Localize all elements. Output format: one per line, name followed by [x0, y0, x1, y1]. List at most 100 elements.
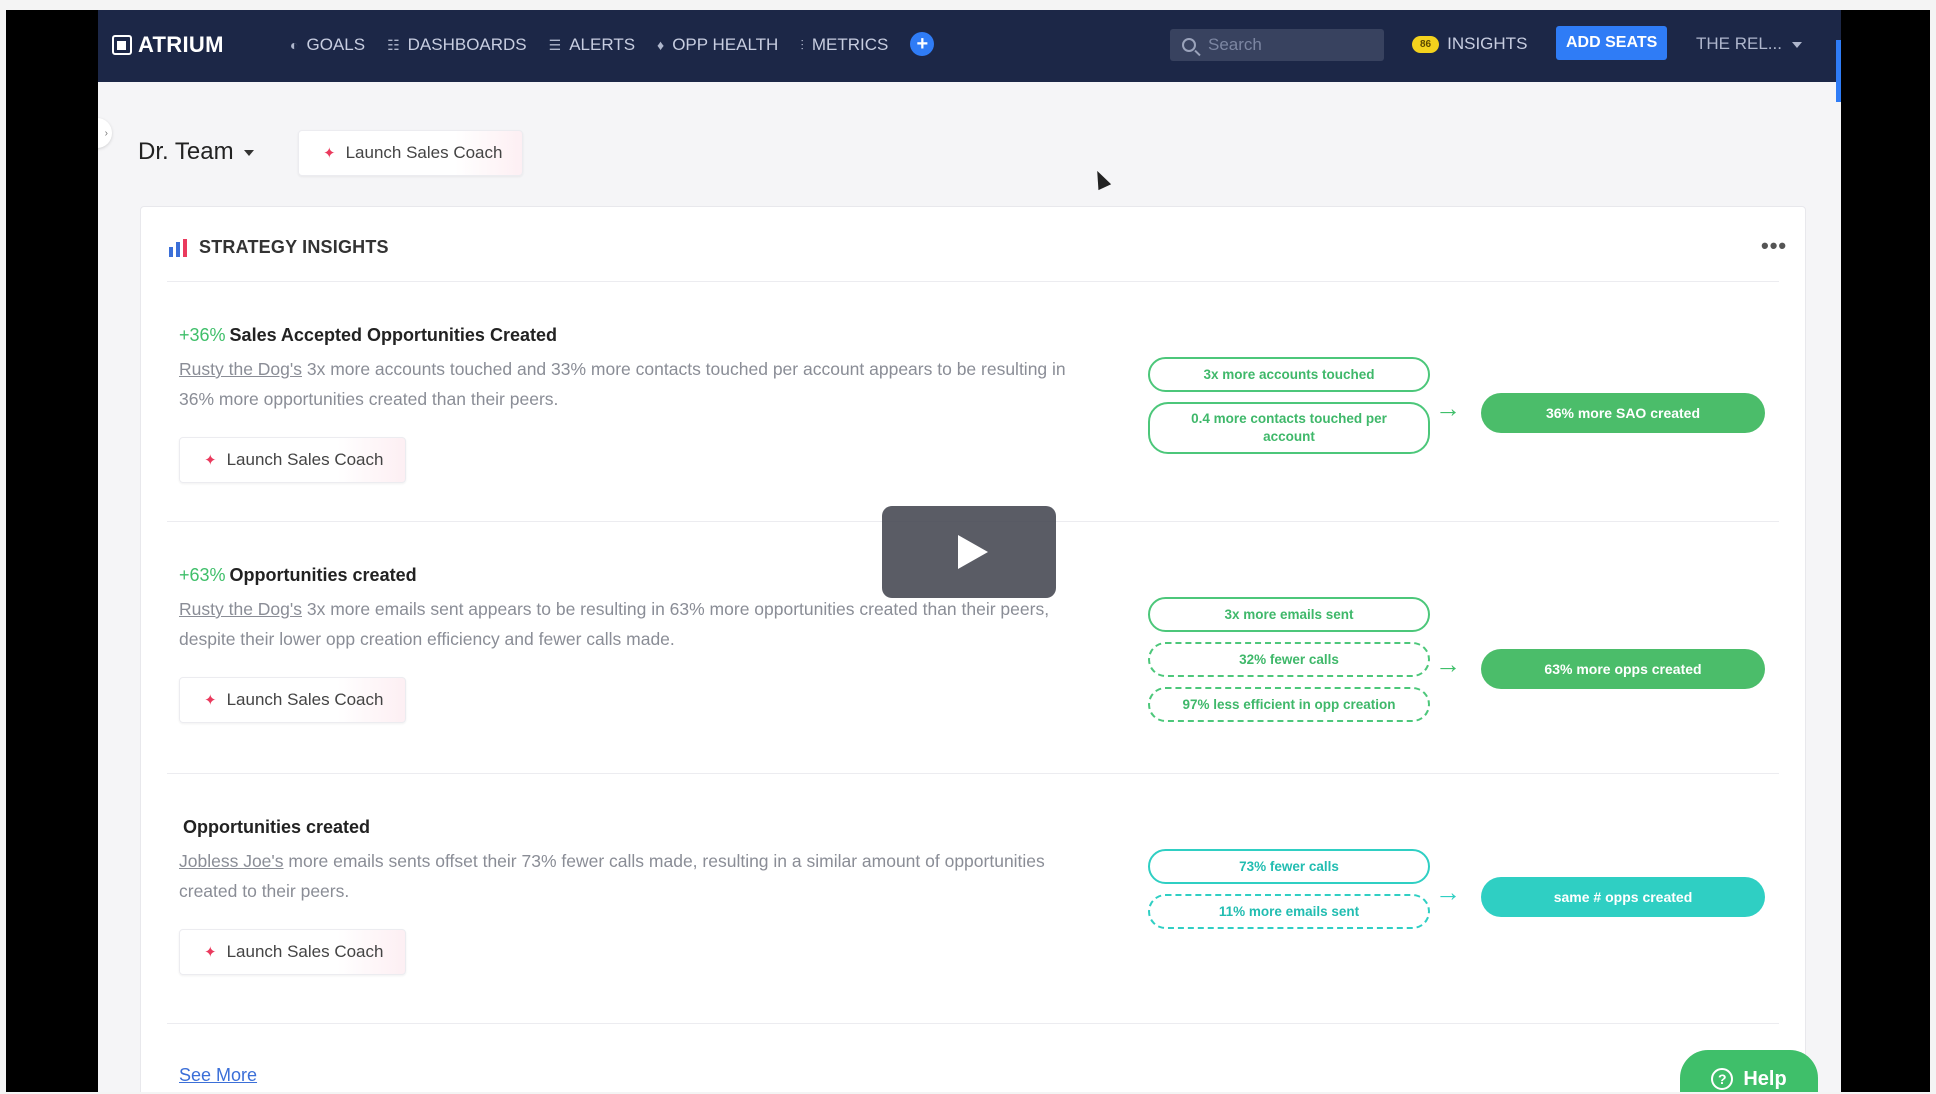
driver-pill: 11% more emails sent: [1148, 894, 1430, 929]
help-button[interactable]: ? Help: [1680, 1050, 1818, 1092]
search-icon: [1182, 38, 1196, 52]
question-icon: ?: [1711, 1068, 1734, 1090]
insights-count-badge: 86: [1412, 35, 1440, 53]
frame-left-border: [0, 0, 6, 1094]
chevron-down-icon: [1791, 42, 1802, 48]
rep-link[interactable]: Rusty the Dog's: [179, 359, 302, 379]
arrow-right-icon: →: [1435, 393, 1461, 423]
rep-link[interactable]: Jobless Joe's: [179, 851, 284, 871]
insight-percent: +36%: [179, 325, 226, 345]
insight-description-text: 3x more emails sent appears to be result…: [179, 599, 1050, 649]
see-more-link[interactable]: See More: [179, 1065, 257, 1086]
card-header: STRATEGY INSIGHTS: [169, 237, 389, 258]
more-options-icon[interactable]: •••: [1761, 233, 1787, 259]
search-input[interactable]: [1206, 34, 1370, 56]
driver-pills: 73% fewer calls 11% more emails sent: [1148, 849, 1430, 929]
nav-item-alerts[interactable]: ☰ ALERTS: [549, 34, 635, 56]
driver-pill: 97% less efficient in opp creation: [1148, 687, 1430, 722]
insight-title: +36% Sales Accepted Opportunities Created: [179, 325, 557, 346]
dashboards-icon: ☷: [387, 36, 400, 53]
user-name: THE REL...: [1696, 34, 1782, 53]
sidebar-toggle[interactable]: ›: [98, 118, 112, 148]
atrium-logo[interactable]: ATRIUM: [112, 32, 224, 58]
play-icon: [958, 535, 988, 569]
result-pill: same # opps created: [1481, 877, 1765, 917]
nav-item-label: ALERTS: [569, 35, 636, 54]
insights-link[interactable]: 86 INSIGHTS: [1412, 34, 1527, 54]
nav-item-label: METRICS: [811, 35, 889, 54]
result-pill: 36% more SAO created: [1481, 393, 1765, 433]
driver-pills: 3x more emails sent 32% fewer calls 97% …: [1148, 597, 1430, 722]
driver-pill: 0.4 more contacts touched per account: [1148, 402, 1430, 454]
insight-description-text: more emails sents offset their 73% fewer…: [179, 851, 1045, 901]
metrics-icon: ⫶: [800, 36, 804, 53]
insight-description-text: 3x more accounts touched and 33% more co…: [179, 359, 1066, 409]
search-box[interactable]: [1170, 29, 1384, 61]
insight-percent: +63%: [179, 565, 226, 585]
sparkle-icon: ✦: [204, 692, 217, 709]
team-selector[interactable]: Dr. Team: [138, 138, 254, 166]
logo-text: ATRIUM: [138, 32, 224, 57]
top-navbar: ATRIUM ◐ GOALS ☷ DASHBOARDS ☰ ALERTS ♦ O…: [98, 10, 1841, 82]
insight-description: Rusty the Dog's 3x more accounts touched…: [179, 354, 1079, 414]
nav-item-metrics[interactable]: ⫶ METRICS: [800, 34, 888, 56]
arrow-right-icon: →: [1435, 877, 1461, 907]
sparkle-icon: ✦: [204, 944, 217, 961]
nav-item-dashboards[interactable]: ☷ DASHBOARDS: [387, 34, 527, 56]
insight-description: Jobless Joe's more emails sents offset t…: [179, 846, 1079, 906]
mouse-cursor: [1090, 167, 1112, 191]
chevron-right-icon: ›: [104, 127, 108, 139]
add-seats-button[interactable]: ADD SEATS: [1556, 26, 1668, 60]
button-label: Launch Sales Coach: [345, 143, 503, 162]
rep-link[interactable]: Rusty the Dog's: [179, 599, 302, 619]
nav-item-label: DASHBOARDS: [407, 35, 527, 54]
nav-item-label: OPP HEALTH: [672, 35, 779, 54]
insight-title: +63% Opportunities created: [179, 565, 417, 586]
team-name: Dr. Team: [138, 138, 234, 165]
button-label: Launch Sales Coach: [226, 690, 384, 709]
launch-sales-coach-button[interactable]: ✦ Launch Sales Coach: [179, 437, 407, 483]
insights-label: INSIGHTS: [1447, 34, 1528, 53]
arrow-right-icon: →: [1435, 649, 1461, 679]
launch-sales-coach-button[interactable]: ✦ Launch Sales Coach: [179, 929, 407, 975]
bar-chart-icon: [169, 238, 187, 257]
button-label: Launch Sales Coach: [226, 942, 384, 961]
divider: [167, 1023, 1779, 1024]
divider: [167, 773, 1779, 774]
nav-item-goals[interactable]: ◐ GOALS: [290, 34, 365, 56]
driver-pill: 73% fewer calls: [1148, 849, 1430, 884]
button-label: Launch Sales Coach: [226, 450, 384, 469]
driver-pill: 32% fewer calls: [1148, 642, 1430, 677]
driver-pills: 3x more accounts touched 0.4 more contac…: [1148, 357, 1430, 454]
sparkle-icon: ✦: [204, 452, 217, 469]
nav-menu: ◐ GOALS ☷ DASHBOARDS ☰ ALERTS ♦ OPP HEAL…: [290, 32, 935, 56]
driver-pill: 3x more accounts touched: [1148, 357, 1430, 392]
add-nav-button[interactable]: +: [910, 32, 935, 56]
nav-item-label: GOALS: [306, 35, 366, 54]
goals-icon: ◐: [290, 37, 299, 53]
nav-item-opp-health[interactable]: ♦ OPP HEALTH: [657, 34, 778, 56]
side-panel-tab[interactable]: [1836, 40, 1841, 102]
launch-sales-coach-button[interactable]: ✦ Launch Sales Coach: [298, 130, 524, 176]
launch-sales-coach-button[interactable]: ✦ Launch Sales Coach: [179, 677, 407, 723]
video-play-button[interactable]: [882, 506, 1056, 598]
insight-title: Opportunities created: [179, 817, 370, 838]
alerts-icon: ☰: [548, 36, 562, 53]
insight-title-text: Opportunities created: [229, 565, 417, 585]
sparkle-icon: ✦: [323, 145, 336, 162]
insight-title-text: Sales Accepted Opportunities Created: [229, 325, 557, 345]
result-pill: 63% more opps created: [1481, 649, 1765, 689]
insight-description: Rusty the Dog's 3x more emails sent appe…: [179, 594, 1079, 654]
caret-down-icon: [243, 150, 254, 156]
frame-right-border: [1930, 0, 1936, 1094]
opp-health-icon: ♦: [657, 37, 665, 53]
user-menu[interactable]: THE REL...: [1696, 34, 1802, 54]
card-title: STRATEGY INSIGHTS: [199, 237, 389, 257]
driver-pill: 3x more emails sent: [1148, 597, 1430, 632]
plus-icon: +: [916, 33, 929, 55]
divider: [167, 281, 1779, 282]
frame-top-border: [0, 0, 1936, 10]
help-label: Help: [1743, 1067, 1787, 1090]
atrium-logo-icon: [112, 35, 132, 55]
insight-title-text: Opportunities created: [183, 817, 371, 837]
